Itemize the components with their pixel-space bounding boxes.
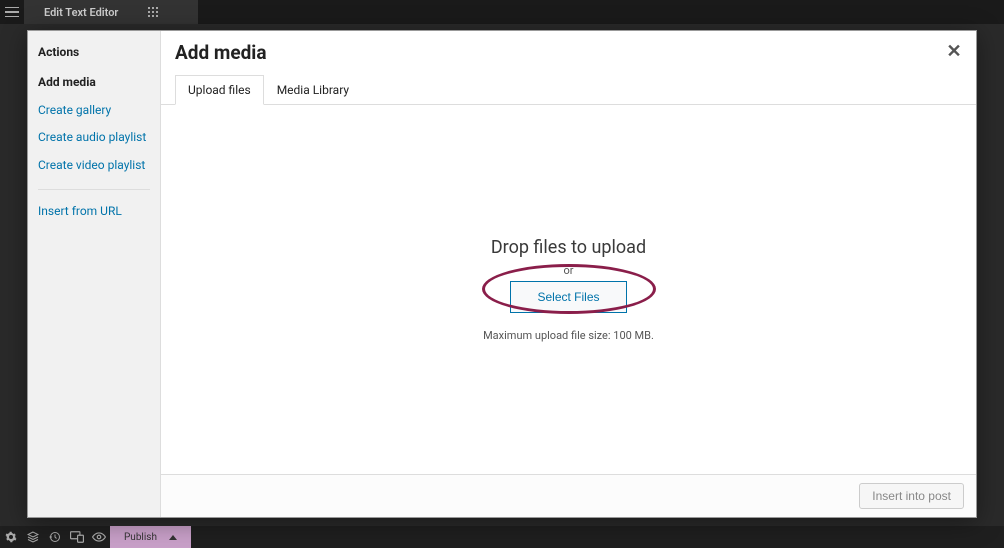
drop-title: Drop files to upload — [491, 237, 646, 258]
modal-footer: Insert into post — [161, 474, 976, 517]
sidebar-item-create-video-playlist[interactable]: Create video playlist — [38, 154, 150, 182]
chevron-up-icon — [169, 532, 177, 543]
upload-dropzone[interactable]: Drop files to upload or Select Files Max… — [161, 105, 976, 474]
modal-main: ✕ Add media Upload files Media Library D… — [161, 31, 976, 517]
hamburger-icon[interactable] — [0, 0, 24, 24]
sidebar-item-create-gallery[interactable]: Create gallery — [38, 99, 150, 127]
close-icon: ✕ — [946, 41, 961, 62]
editor-left-rail — [0, 24, 24, 526]
tab-media-library[interactable]: Media Library — [264, 75, 362, 105]
modal-title: Add media — [175, 41, 962, 64]
modal-tabs: Upload files Media Library — [161, 74, 976, 105]
responsive-icon[interactable] — [66, 526, 88, 548]
history-icon[interactable] — [44, 526, 66, 548]
editor-title: Edit Text Editor — [44, 6, 118, 19]
tab-upload-files[interactable]: Upload files — [175, 75, 264, 105]
apps-grid-icon[interactable] — [148, 7, 158, 17]
gear-icon[interactable] — [0, 526, 22, 548]
publish-label: Publish — [124, 532, 157, 543]
layers-icon[interactable] — [22, 526, 44, 548]
sidebar-heading: Actions — [38, 45, 150, 59]
close-button[interactable]: ✕ — [942, 39, 966, 63]
modal-sidebar: Actions Add media Create gallery Create … — [28, 31, 161, 517]
insert-into-post-button[interactable]: Insert into post — [859, 483, 964, 509]
publish-button[interactable]: Publish — [110, 526, 191, 548]
sidebar-item-add-media[interactable]: Add media — [38, 71, 150, 99]
add-media-modal: Actions Add media Create gallery Create … — [27, 30, 977, 518]
editor-topbar: Edit Text Editor — [0, 0, 1004, 24]
sidebar-item-create-audio-playlist[interactable]: Create audio playlist — [38, 126, 150, 154]
max-upload-note: Maximum upload file size: 100 MB. — [483, 329, 654, 342]
eye-icon[interactable] — [88, 526, 110, 548]
sidebar-separator — [38, 189, 150, 190]
select-files-button[interactable]: Select Files — [510, 281, 626, 313]
editor-bottombar: Publish — [0, 526, 1004, 548]
sidebar-item-insert-from-url[interactable]: Insert from URL — [38, 200, 150, 228]
drop-or: or — [563, 264, 573, 277]
